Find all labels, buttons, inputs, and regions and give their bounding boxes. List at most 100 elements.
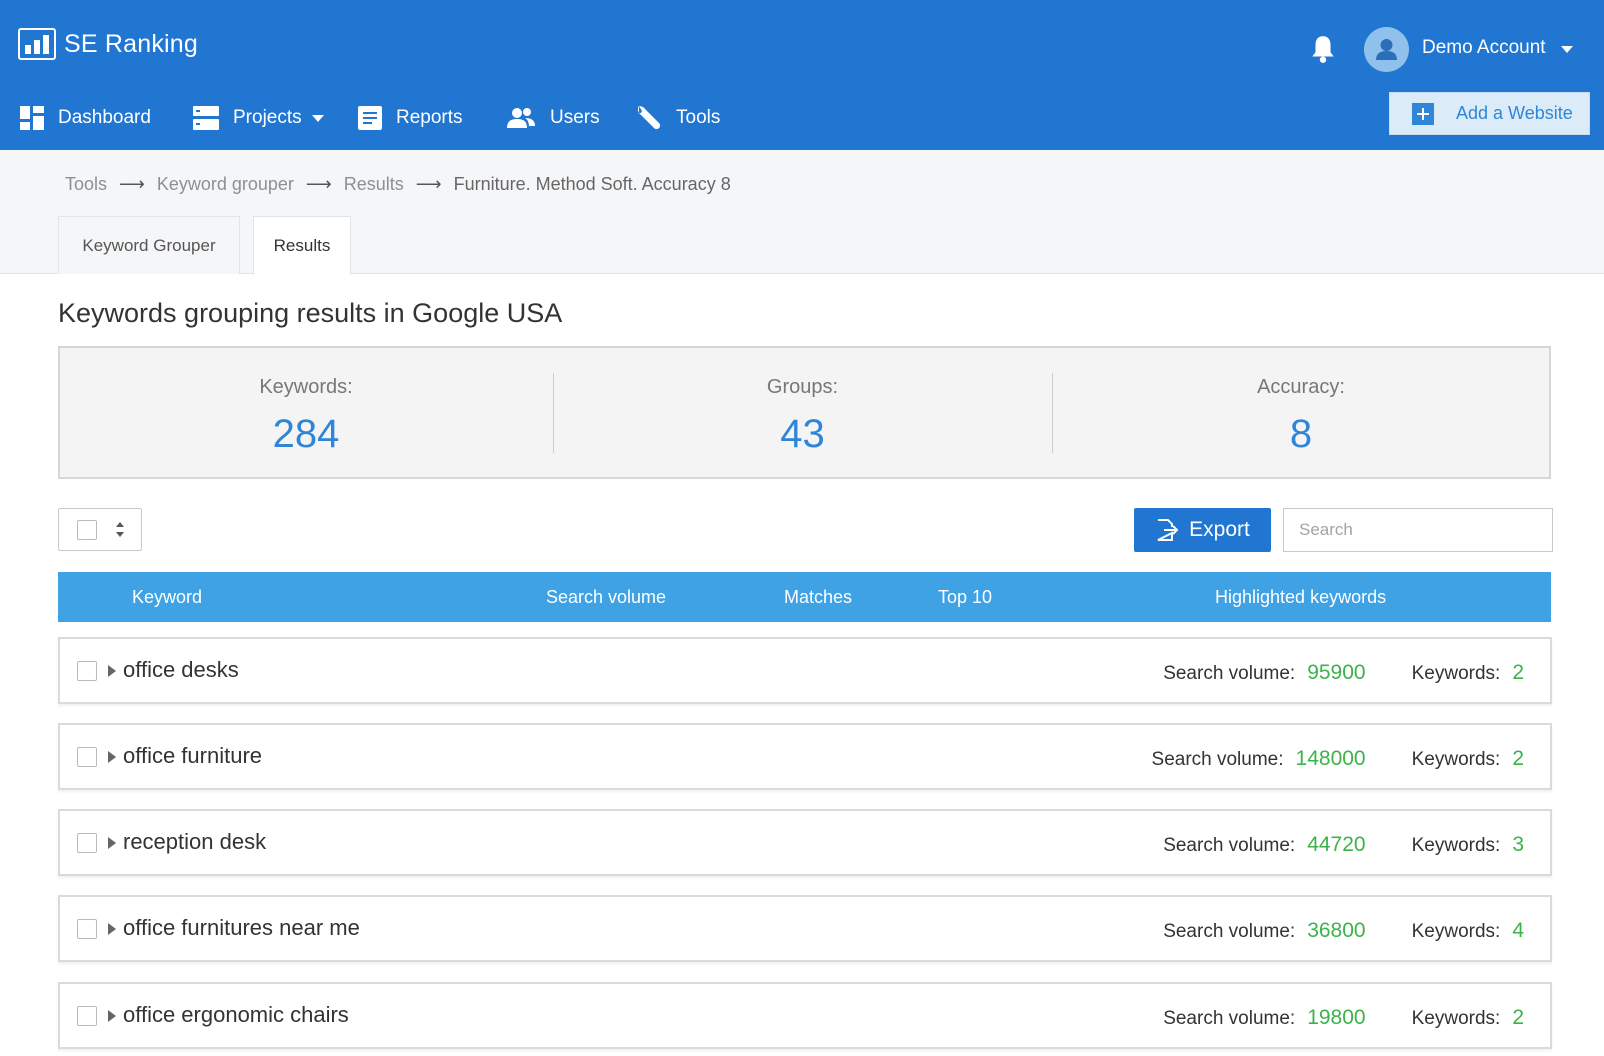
export-icon (1157, 519, 1179, 541)
subheader: Tools ⟶ Keyword grouper ⟶ Results ⟶ Furn… (0, 150, 1604, 275)
bulk-select-dropdown[interactable] (58, 508, 142, 551)
expand-caret-icon[interactable] (108, 665, 116, 677)
app-logo[interactable]: SE Ranking (18, 28, 198, 60)
breadcrumb-keyword-grouper[interactable]: Keyword grouper (157, 174, 294, 195)
tab-results-label: Results (273, 236, 331, 255)
add-website-label: Add a Website (1456, 103, 1573, 123)
add-website-button[interactable]: Add a Website (1389, 92, 1590, 135)
export-label: Export (1189, 518, 1250, 541)
expand-caret-icon[interactable] (108, 923, 116, 935)
column-search-volume[interactable]: Search volume (546, 572, 666, 622)
table-row[interactable]: reception desk Search volume: 44720 Keyw… (58, 809, 1552, 876)
row-checkbox[interactable] (77, 1006, 97, 1026)
stat-keywords: Keywords: 284 (60, 348, 552, 477)
expand-caret-icon[interactable] (108, 751, 116, 763)
table-row[interactable]: office furnitures near me Search volume:… (58, 895, 1552, 962)
breadcrumb-arrow-icon: ⟶ (305, 174, 332, 194)
nav-tools[interactable]: Tools (636, 96, 720, 140)
breadcrumb-arrow-icon: ⟶ (415, 174, 442, 194)
breadcrumb-current: Furniture. Method Soft. Accuracy 8 (453, 174, 731, 194)
breadcrumb-results[interactable]: Results (344, 174, 404, 195)
keywords-label: Keywords: (1411, 663, 1501, 684)
search-volume-label: Search volume: (1163, 835, 1296, 856)
stat-accuracy: Accuracy: 8 (1053, 348, 1549, 477)
row-checkbox[interactable] (77, 661, 97, 681)
column-matches[interactable]: Matches (784, 572, 852, 622)
search-volume-label: Search volume: (1151, 749, 1284, 770)
stat-accuracy-value: 8 (1289, 412, 1313, 456)
page-title: Keywords grouping results in Google USA (58, 298, 563, 328)
bell-icon[interactable] (1310, 34, 1336, 64)
account-dropdown-chevron-icon[interactable] (1561, 46, 1573, 53)
summary-stats: Keywords: 284 Groups: 43 Accuracy: 8 (58, 346, 1551, 479)
keywords-count: 3 (1512, 833, 1524, 856)
stat-groups: Groups: 43 (554, 348, 1051, 477)
search-volume-value: 95900 (1307, 661, 1366, 684)
expand-caret-icon[interactable] (108, 837, 116, 849)
reports-icon (358, 106, 382, 130)
nav-reports-label: Reports (396, 107, 463, 128)
stat-groups-value: 43 (780, 412, 825, 456)
nav-reports[interactable]: Reports (358, 96, 463, 140)
column-top-10[interactable]: Top 10 (938, 572, 992, 622)
keywords-label: Keywords: (1411, 749, 1501, 770)
expand-caret-icon[interactable] (108, 1010, 116, 1022)
group-name: office furniture (123, 743, 263, 768)
nav-dashboard-label: Dashboard (58, 107, 151, 128)
keywords-label: Keywords: (1411, 921, 1501, 942)
row-checkbox[interactable] (77, 833, 97, 853)
app-name: SE Ranking (64, 29, 199, 58)
row-meta: Search volume: 148000 Keywords: 2 (1152, 747, 1524, 771)
breadcrumb-tools[interactable]: Tools (65, 174, 107, 195)
keywords-count: 2 (1512, 1006, 1524, 1029)
users-icon (507, 108, 535, 128)
keywords-count: 2 (1512, 747, 1524, 770)
tab-keyword-grouper[interactable]: Keyword Grouper (58, 216, 240, 274)
search-volume-label: Search volume: (1163, 921, 1296, 942)
breadcrumb-arrow-icon: ⟶ (119, 174, 145, 194)
table-row[interactable]: office furniture Search volume: 148000 K… (58, 723, 1552, 790)
keywords-count: 2 (1512, 661, 1524, 684)
export-button[interactable]: Export (1134, 508, 1271, 552)
stat-keywords-value: 284 (272, 412, 340, 456)
search-input[interactable] (1283, 508, 1553, 552)
projects-icon (193, 106, 219, 130)
row-meta: Search volume: 36800 Keywords: 4 (1163, 919, 1524, 943)
search-volume-value: 148000 (1295, 747, 1366, 770)
group-name: reception desk (123, 829, 267, 854)
table-row[interactable]: office ergonomic chairs Search volume: 1… (58, 982, 1552, 1049)
select-menu-arrows-icon[interactable] (115, 522, 125, 538)
select-all-checkbox[interactable] (77, 520, 97, 540)
table-row[interactable]: office desks Search volume: 95900 Keywor… (58, 637, 1552, 704)
row-checkbox[interactable] (77, 747, 97, 767)
nav-users[interactable]: Users (506, 96, 600, 140)
logo-chart-icon (18, 28, 56, 60)
avatar[interactable] (1364, 27, 1409, 72)
keywords-count: 4 (1512, 919, 1524, 942)
tab-results[interactable]: Results (253, 216, 351, 275)
nav-dashboard[interactable]: Dashboard (20, 96, 151, 140)
row-meta: Search volume: 44720 Keywords: 3 (1163, 833, 1524, 857)
projects-chevron-down-icon (311, 114, 324, 122)
keywords-label: Keywords: (1411, 835, 1501, 856)
search-volume-label: Search volume: (1163, 663, 1296, 684)
keywords-label: Keywords: (1411, 1008, 1501, 1029)
search-volume-value: 44720 (1307, 833, 1366, 856)
column-keyword[interactable]: Keyword (132, 572, 202, 622)
user-silhouette-icon (1376, 39, 1397, 60)
nav-tools-label: Tools (676, 107, 721, 128)
search-volume-value: 36800 (1307, 919, 1366, 942)
stat-keywords-label: Keywords: (259, 376, 353, 398)
stat-accuracy-label: Accuracy: (1257, 376, 1345, 398)
wrench-icon (637, 106, 661, 130)
row-meta: Search volume: 95900 Keywords: 2 (1163, 661, 1524, 685)
search-volume-value: 19800 (1307, 1006, 1366, 1029)
nav-projects[interactable]: Projects (193, 96, 324, 140)
row-checkbox[interactable] (77, 919, 97, 939)
top-header: SE Ranking Demo Account Dashboard Projec… (0, 0, 1604, 150)
column-highlighted-keywords[interactable]: Highlighted keywords (1215, 572, 1386, 622)
account-name[interactable]: Demo Account (1422, 37, 1546, 59)
tab-keyword-grouper-label: Keyword Grouper (82, 235, 216, 255)
nav-projects-label: Projects (233, 107, 302, 128)
stat-groups-label: Groups: (766, 376, 839, 398)
